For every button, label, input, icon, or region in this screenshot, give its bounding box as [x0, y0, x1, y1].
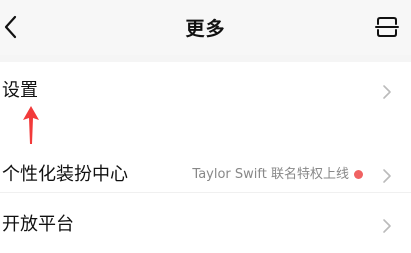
page-title: 更多	[185, 18, 226, 40]
menu-item-label: 开放平台	[2, 214, 74, 235]
menu-item-open-platform[interactable]: 开放平台	[0, 200, 411, 252]
scan-icon	[375, 17, 399, 37]
top-bar: 更多	[0, 0, 411, 55]
menu-item-settings[interactable]: 设置	[0, 64, 411, 116]
chevron-right-icon	[383, 85, 391, 99]
menu-item-personalization[interactable]: 个性化装扮中心 Taylor Swift 联名特权上线	[0, 148, 411, 200]
red-dot-icon	[354, 170, 363, 179]
scan-button[interactable]	[374, 14, 400, 40]
chevron-right-icon	[383, 169, 391, 183]
menu-item-label: 设置	[2, 80, 38, 101]
red-arrow-up-icon	[23, 106, 39, 144]
chevron-right-icon	[383, 219, 391, 233]
more-screen: 更多 设置 个性化装扮中心 Taylor Swift 联名特权上线 开放平台	[0, 0, 411, 253]
promo-text: Taylor Swift 联名特权上线	[192, 167, 349, 182]
menu-list: 设置 个性化装扮中心 Taylor Swift 联名特权上线 开放平台	[0, 62, 411, 253]
menu-item-label: 个性化装扮中心	[2, 164, 128, 185]
